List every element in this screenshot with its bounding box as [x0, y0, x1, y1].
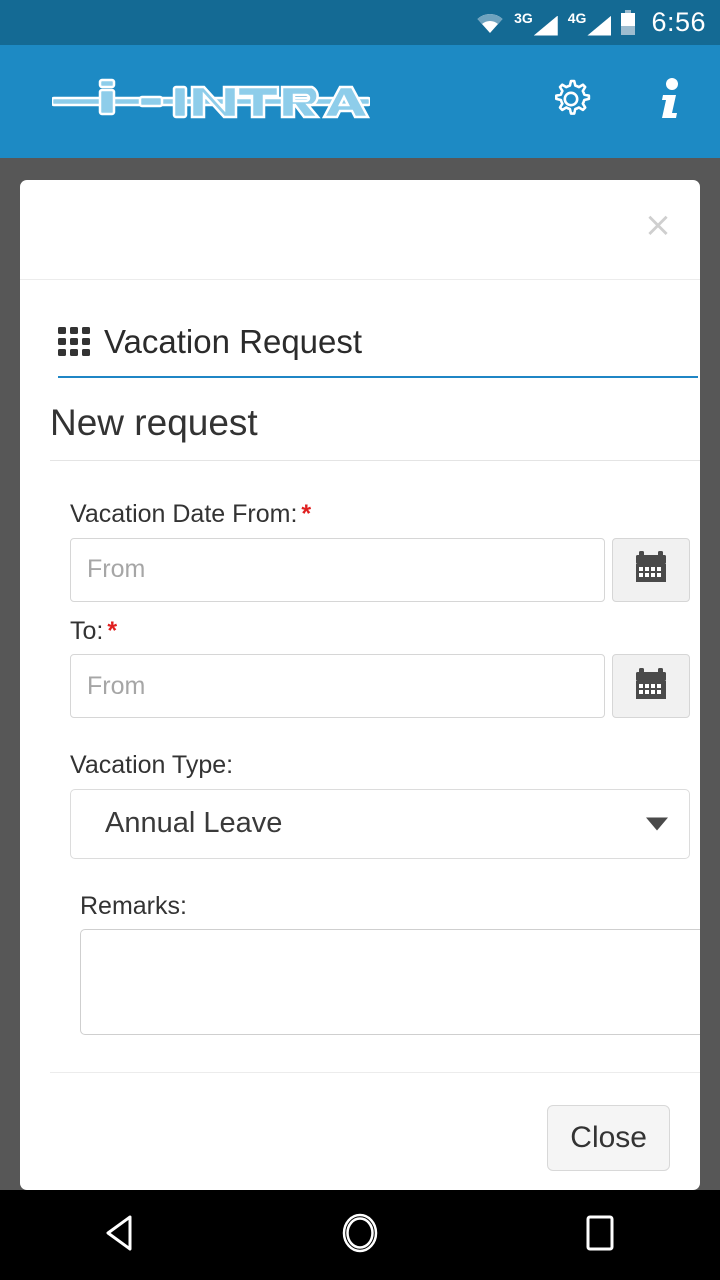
phone-screen: 3G 4G 6:56 × Vacation Request New reques… [0, 0, 720, 1280]
vacation-request-dialog: × Vacation Request New request Vacation … [20, 180, 700, 1190]
status-bar-clock: 6:56 [651, 7, 706, 37]
close-icon[interactable]: × [638, 205, 678, 245]
signal-4g-icon: 4G [568, 10, 612, 36]
app-bar-actions [548, 76, 692, 127]
battery-icon [621, 10, 636, 35]
date-to-calendar-button[interactable] [612, 654, 690, 718]
battery-fill [621, 13, 636, 26]
dialog-header: × [20, 180, 700, 280]
app-bar [0, 45, 720, 158]
date-from-label-text: Vacation Date From: [70, 500, 298, 528]
wifi-icon [476, 12, 504, 34]
signal-4g-bars [587, 15, 612, 36]
nav-recents-button[interactable] [552, 1200, 648, 1270]
date-from-input[interactable] [70, 537, 605, 602]
date-from-label: Vacation Date From: * [70, 500, 680, 529]
remarks-label: Remarks: [80, 891, 187, 920]
signal-3g-label: 3G [514, 9, 533, 26]
section-title: New request [50, 402, 258, 443]
dialog-footer: Close [70, 1073, 680, 1171]
calendar-icon [634, 551, 668, 588]
date-to-group [70, 654, 690, 718]
vacation-type-label: Vacation Type: [70, 751, 234, 779]
date-to-label-text: To: [70, 616, 104, 645]
date-from-group [70, 537, 690, 602]
nav-home-button[interactable] [312, 1200, 408, 1270]
remarks-textarea[interactable] [80, 929, 700, 1035]
recents-square-icon [583, 1213, 617, 1258]
status-bar: 3G 4G 6:56 [0, 0, 720, 45]
date-to-label: To: * [70, 616, 680, 646]
gear-icon [549, 77, 593, 126]
signal-4g-label: 4G [567, 9, 587, 26]
date-from-required-marker: * [301, 500, 312, 528]
date-from-calendar-button[interactable] [612, 537, 690, 602]
signal-3g-icon: 3G [514, 10, 558, 36]
grid-icon [58, 326, 90, 357]
info-icon [652, 76, 686, 127]
vacation-type-selected-value: Annual Leave [105, 807, 283, 839]
status-icons: 3G 4G 6:56 [476, 9, 706, 36]
date-to-required-marker: * [107, 616, 118, 645]
signal-3g-bars [533, 15, 558, 36]
module-title-row: Vacation Request [40, 280, 680, 358]
vacation-type-select-wrap: Annual Leave [70, 788, 690, 859]
nav-back-button[interactable] [72, 1200, 168, 1270]
vacation-type-select[interactable]: Annual Leave [70, 788, 690, 859]
info-button[interactable] [646, 76, 692, 127]
vacation-request-form: Vacation Date From: * From To: * From Va… [40, 461, 700, 1171]
date-to-input[interactable] [70, 654, 605, 718]
app-logo [52, 77, 370, 127]
android-nav-bar [0, 1190, 720, 1280]
close-button[interactable]: Close [547, 1105, 670, 1171]
module-title: Vacation Request [104, 323, 363, 360]
battery-body [621, 13, 636, 35]
home-circle-icon [338, 1211, 382, 1260]
dialog-body: Vacation Request New request Vacation Da… [20, 280, 700, 1171]
calendar-icon [634, 667, 668, 705]
accent-divider [58, 376, 698, 378]
settings-button[interactable] [548, 79, 594, 125]
back-triangle-icon [102, 1213, 138, 1258]
